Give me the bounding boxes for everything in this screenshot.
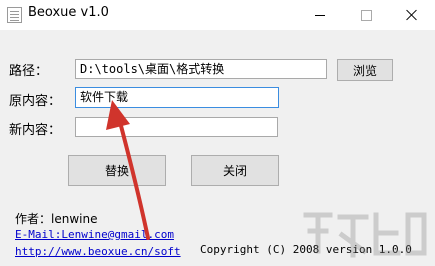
- red-arrow-annotation: [106, 100, 150, 240]
- app-window: Beoxue v1.0 路径： D:\tools\桌面\格式转换 浏览 原内容：…: [0, 0, 435, 266]
